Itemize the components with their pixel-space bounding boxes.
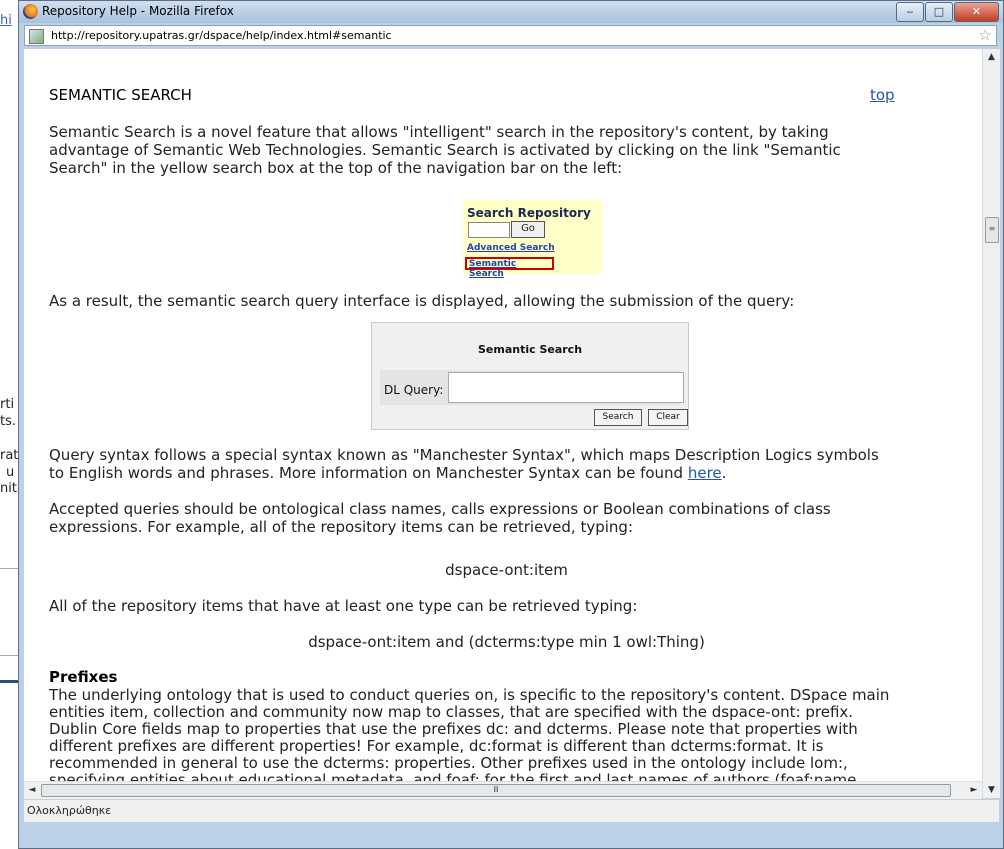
dl-query-label: DL Query: [384,383,444,397]
prefixes-line: The underlying ontology that is used to … [49,686,890,704]
query-search-button: Search [594,409,642,426]
prefixes-line: recommended in general to use the dcterm… [49,754,848,772]
advanced-search-link: Advanced Search [467,243,555,253]
search-box-input [468,222,510,238]
prefixes-line: different prefixes are different propert… [49,737,824,755]
syntax-line: Query syntax follows a special syntax kn… [49,446,879,464]
background-divider [0,655,20,656]
search-box-title: Search Repository [467,206,591,220]
background-divider [0,568,20,569]
query-box-title: Semantic Search [477,343,583,356]
prefixes-line: Dublin Core fields map to properties tha… [49,720,858,738]
scroll-down-arrow-icon[interactable]: ▼ [983,782,1000,798]
syntax-line: to English words and phrases. More infor… [49,464,726,482]
intro-line: Search" in the yellow search box at the … [49,159,623,177]
top-link[interactable]: top [870,86,895,104]
dl-query-input [448,372,684,403]
prefixes-heading: Prefixes [49,668,118,686]
typed-text: All of the repository items that have at… [49,597,638,615]
background-text-fragment: u [6,465,15,480]
syntax-text: to English words and phrases. More infor… [49,464,688,482]
bookmark-star-icon[interactable]: ☆ [979,26,992,44]
vertical-scroll-thumb[interactable]: ≡ [985,217,999,243]
horizontal-scroll-thumb[interactable]: Ⅲ [41,784,951,797]
address-bar[interactable]: http://repository.upatras.gr/dspace/help… [24,25,997,46]
search-repository-image: Search Repository Go Advanced Search Sem… [463,200,602,279]
status-bar: Ολοκληρώθηκε [24,799,999,822]
horizontal-scrollbar[interactable]: ◄ Ⅲ ► [24,781,982,799]
background-text-fragment: rti [0,397,15,412]
scroll-right-arrow-icon[interactable]: ► [966,782,982,798]
minimize-button[interactable]: ‒ [896,2,924,22]
here-link[interactable]: here [688,464,722,482]
prefixes-line: entities item, collection and community … [49,703,854,721]
window-controls: ‒ □ ✕ [895,2,999,22]
query-interface-image: Semantic Search DL Query: Search Clear [371,322,689,430]
query-clear-button: Clear [648,409,688,426]
query-row: DL Query: [380,370,684,405]
intro-line: Semantic Search is a novel feature that … [49,123,829,141]
maximize-button[interactable]: □ [925,2,953,22]
semantic-search-link: Semantic Search [465,257,554,279]
go-button: Go [511,221,545,238]
firefox-icon [23,4,38,19]
close-button[interactable]: ✕ [954,2,999,22]
example-query-2: dspace-ont:item and (dcterms:type min 1 … [308,633,705,651]
scroll-up-arrow-icon[interactable]: ▲ [983,49,1000,65]
prefixes-line: specifying entities about educational me… [49,771,862,781]
intro-line: advantage of Semantic Web Technologies. … [49,141,841,159]
background-text-fragment: ts. [0,414,17,429]
page-viewport: SEMANTIC SEARCH top Semantic Search is a… [24,49,982,781]
accepted-line: expressions. For example, all of the rep… [49,518,633,536]
example-query-1: dspace-ont:item [445,561,568,579]
status-text: Ολοκληρώθηκε [27,804,112,817]
scroll-left-arrow-icon[interactable]: ◄ [24,782,40,798]
title-bar[interactable]: Repository Help - Mozilla Firefox ‒ □ ✕ [19,1,1003,23]
vertical-scrollbar[interactable]: ▲ ≡ ▼ [982,49,1000,798]
page-icon [29,29,44,44]
background-bar [0,680,20,683]
syntax-text-end: . [721,464,727,482]
accepted-line: Accepted queries should be ontological c… [49,500,831,518]
background-text-fragment: nit [0,481,17,496]
window-title: Repository Help - Mozilla Firefox [42,4,234,18]
background-link-fragment[interactable]: hi [0,13,12,28]
background-text-fragment: rat [0,448,19,463]
section-heading: SEMANTIC SEARCH [49,86,192,104]
browser-window: Repository Help - Mozilla Firefox ‒ □ ✕ … [18,0,1004,849]
result-text: As a result, the semantic search query i… [49,292,795,310]
url-text[interactable]: http://repository.upatras.gr/dspace/help… [51,29,392,42]
